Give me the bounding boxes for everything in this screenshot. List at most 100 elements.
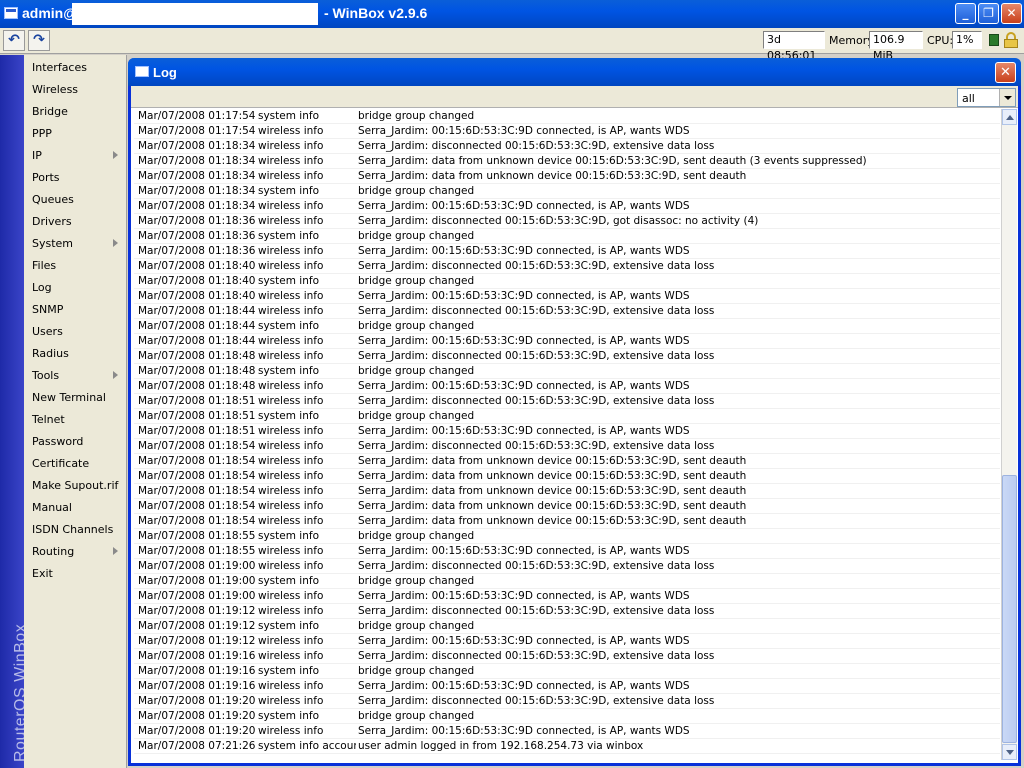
table-row[interactable]: Mar/07/2008 01:18:34 wireless info Serra_J… — [134, 139, 1000, 154]
table-row[interactable]: Mar/07/2008 01:18:44 wireless info Serra_J… — [134, 334, 1000, 349]
table-row[interactable]: Mar/07/2008 01:18:55 system info bridge gr… — [134, 529, 1000, 544]
table-row[interactable]: Mar/07/2008 01:19:12 system info bridge gr… — [134, 619, 1000, 634]
menu-item-system[interactable]: System — [24, 233, 126, 255]
menu-item-label: System — [32, 237, 74, 250]
undo-button[interactable]: ↶ — [3, 30, 25, 51]
log-close-button[interactable]: ✕ — [995, 62, 1016, 83]
table-row[interactable]: Mar/07/2008 01:19:16 wireless info Serra_J… — [134, 679, 1000, 694]
table-row[interactable]: Mar/07/2008 01:18:54 wireless info Serra_J… — [134, 514, 1000, 529]
menu-item-isdn-channels[interactable]: ISDN Channels — [24, 519, 126, 541]
table-row[interactable]: Mar/07/2008 01:18:36 system info bridge gr… — [134, 229, 1000, 244]
scroll-up-button[interactable] — [1002, 109, 1017, 125]
log-time: Mar/07/2008 01:19:20 — [138, 725, 256, 737]
menu-item-label: IP — [32, 149, 42, 162]
menu-item-new-terminal[interactable]: New Terminal — [24, 387, 126, 409]
maximize-button[interactable]: ❐ — [978, 3, 999, 24]
table-row[interactable]: Mar/07/2008 01:18:54 wireless info Serra_J… — [134, 454, 1000, 469]
table-row[interactable]: Mar/07/2008 01:19:20 wireless info Serra_J… — [134, 724, 1000, 739]
log-time: Mar/07/2008 01:18:54 — [138, 500, 256, 512]
table-row[interactable]: Mar/07/2008 01:18:48 system info bridge gr… — [134, 364, 1000, 379]
lock-icon[interactable] — [1004, 32, 1018, 48]
log-topics: system info — [258, 575, 319, 587]
table-row[interactable]: Mar/07/2008 01:18:55 wireless info Serra_J… — [134, 544, 1000, 559]
table-row[interactable]: Mar/07/2008 01:18:44 wireless info Serra_J… — [134, 304, 1000, 319]
table-row[interactable]: Mar/07/2008 01:19:12 wireless info Serra_J… — [134, 604, 1000, 619]
menu-item-files[interactable]: Files — [24, 255, 126, 277]
table-row[interactable]: Mar/07/2008 01:18:54 wireless info Serra_J… — [134, 469, 1000, 484]
log-topics: wireless info — [258, 560, 324, 572]
log-topics: wireless info — [258, 380, 324, 392]
menu-item-ppp[interactable]: PPP — [24, 123, 126, 145]
scroll-down-button[interactable] — [1002, 744, 1017, 760]
menu-item-password[interactable]: Password — [24, 431, 126, 453]
table-row[interactable]: Mar/07/2008 01:19:00 wireless info Serra_J… — [134, 589, 1000, 604]
menu-item-ip[interactable]: IP — [24, 145, 126, 167]
close-button[interactable]: ✕ — [1001, 3, 1022, 24]
log-message: Serra_Jardim: disconnected 00:15:6D:53:3… — [358, 605, 715, 617]
table-row[interactable]: Mar/07/2008 01:18:48 wireless info Serra_J… — [134, 349, 1000, 364]
table-row[interactable]: Mar/07/2008 01:18:54 wireless info Serra_J… — [134, 499, 1000, 514]
menu-item-tools[interactable]: Tools — [24, 365, 126, 387]
menu-item-make-supout-rif[interactable]: Make Supout.rif — [24, 475, 126, 497]
table-row[interactable]: Mar/07/2008 01:18:40 wireless info Serra_J… — [134, 289, 1000, 304]
table-row[interactable]: Mar/07/2008 01:18:51 wireless info Serra_J… — [134, 394, 1000, 409]
table-row[interactable]: Mar/07/2008 01:18:44 system info bridge gr… — [134, 319, 1000, 334]
table-row[interactable]: Mar/07/2008 01:18:36 wireless info Serra_J… — [134, 244, 1000, 259]
chevron-down-icon[interactable] — [999, 89, 1015, 106]
table-row[interactable]: Mar/07/2008 01:18:51 wireless info Serra_J… — [134, 424, 1000, 439]
log-time: Mar/07/2008 01:17:54 — [138, 110, 256, 122]
table-row[interactable]: Mar/07/2008 01:18:54 wireless info Serra_J… — [134, 484, 1000, 499]
menu-item-bridge[interactable]: Bridge — [24, 101, 126, 123]
table-row[interactable]: Mar/07/2008 01:19:16 wireless info Serra_J… — [134, 649, 1000, 664]
scroll-thumb[interactable] — [1002, 475, 1017, 743]
redo-button[interactable]: ↷ — [28, 30, 50, 51]
menu-item-users[interactable]: Users — [24, 321, 126, 343]
table-row[interactable]: Mar/07/2008 01:17:54 wireless info Serra_J… — [134, 124, 1000, 139]
menu-item-telnet[interactable]: Telnet — [24, 409, 126, 431]
table-row[interactable]: Mar/07/2008 01:19:00 system info bridge gr… — [134, 574, 1000, 589]
menu-item-label: Telnet — [32, 413, 65, 426]
menu-item-exit[interactable]: Exit — [24, 563, 126, 585]
log-message: Serra_Jardim: disconnected 00:15:6D:53:3… — [358, 260, 715, 272]
menu-item-snmp[interactable]: SNMP — [24, 299, 126, 321]
menu-item-label: Interfaces — [32, 61, 87, 74]
menu-item-wireless[interactable]: Wireless — [24, 79, 126, 101]
minimize-button[interactable]: _ — [955, 3, 976, 24]
menu-item-ports[interactable]: Ports — [24, 167, 126, 189]
menu-item-routing[interactable]: Routing — [24, 541, 126, 563]
table-row[interactable]: Mar/07/2008 01:18:54 wireless info Serra_J… — [134, 439, 1000, 454]
table-row[interactable]: Mar/07/2008 01:19:00 wireless info Serra_J… — [134, 559, 1000, 574]
log-message: Serra_Jardim: 00:15:6D:53:3C:9D connecte… — [358, 635, 690, 647]
table-row[interactable]: Mar/07/2008 01:18:34 wireless info Serra_J… — [134, 169, 1000, 184]
table-row[interactable]: Mar/07/2008 01:19:12 wireless info Serra_J… — [134, 634, 1000, 649]
log-message: Serra_Jardim: disconnected 00:15:6D:53:3… — [358, 560, 715, 572]
table-row[interactable]: Mar/07/2008 01:18:34 wireless info Serra_J… — [134, 154, 1000, 169]
table-row[interactable]: Mar/07/2008 01:18:40 system info bridge gr… — [134, 274, 1000, 289]
log-window-titlebar[interactable]: Log ✕ — [128, 58, 1021, 86]
table-row[interactable]: Mar/07/2008 01:18:36 wireless info Serra_J… — [134, 214, 1000, 229]
table-row[interactable]: Mar/07/2008 01:18:34 system info bridge gr… — [134, 184, 1000, 199]
window-titlebar[interactable]: admin@ - WinBox v2.9.6 _ ❐ ✕ — [0, 0, 1024, 28]
menu-item-log[interactable]: Log — [24, 277, 126, 299]
menu-item-queues[interactable]: Queues — [24, 189, 126, 211]
table-row[interactable]: Mar/07/2008 01:18:51 system info bridge gr… — [134, 409, 1000, 424]
menu-item-manual[interactable]: Manual — [24, 497, 126, 519]
table-row[interactable]: Mar/07/2008 01:19:16 system info bridge gr… — [134, 664, 1000, 679]
table-row[interactable]: Mar/07/2008 01:18:48 wireless info Serra_J… — [134, 379, 1000, 394]
menu-item-interfaces[interactable]: Interfaces — [24, 57, 126, 79]
menu-item-radius[interactable]: Radius — [24, 343, 126, 365]
log-time: Mar/07/2008 01:18:44 — [138, 335, 256, 347]
log-topics: wireless info — [258, 425, 324, 437]
log-time: Mar/07/2008 01:18:44 — [138, 305, 256, 317]
log-scrollbar[interactable] — [1001, 109, 1017, 760]
menu-item-drivers[interactable]: Drivers — [24, 211, 126, 233]
table-row[interactable]: Mar/07/2008 01:18:40 wireless info Serra_J… — [134, 259, 1000, 274]
log-topics: system info account — [258, 740, 356, 752]
table-row[interactable]: Mar/07/2008 07:21:26 system info account u… — [134, 739, 1000, 754]
table-row[interactable]: Mar/07/2008 01:19:20 wireless info Serra_J… — [134, 694, 1000, 709]
table-row[interactable]: Mar/07/2008 01:17:54 system info bridge gr… — [134, 109, 1000, 124]
table-row[interactable]: Mar/07/2008 01:19:20 system info bridge gr… — [134, 709, 1000, 724]
menu-item-certificate[interactable]: Certificate — [24, 453, 126, 475]
table-row[interactable]: Mar/07/2008 01:18:34 wireless info Serra_J… — [134, 199, 1000, 214]
log-filter-select[interactable]: all — [957, 88, 1016, 107]
